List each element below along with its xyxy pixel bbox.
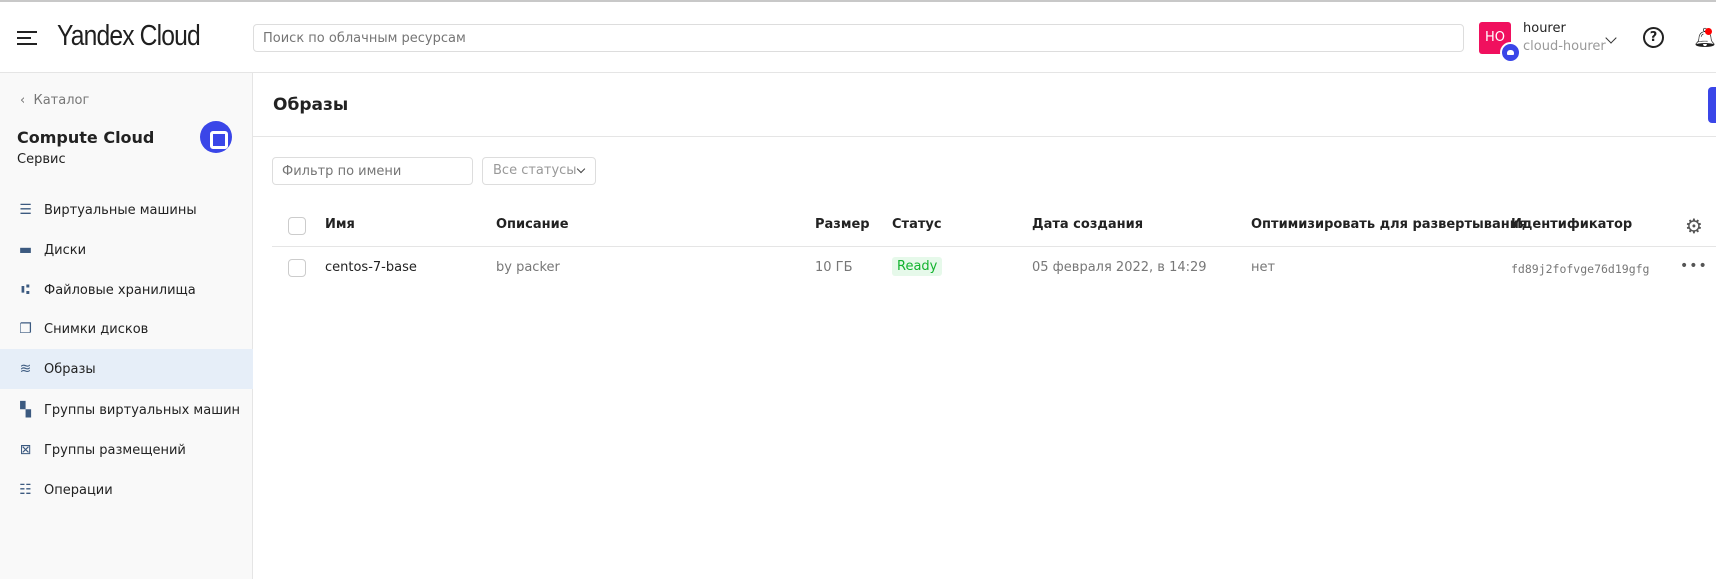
sidebar-item-label: Виртуальные машины <box>44 202 197 218</box>
search-input[interactable] <box>253 24 1464 52</box>
sidebar-item-instance-groups[interactable]: ▚ Группы виртуальных машин <box>0 390 253 430</box>
logo-text: Yandex Cloud <box>57 20 201 52</box>
select-all-checkbox[interactable] <box>288 217 306 235</box>
image-optimize: нет <box>1251 260 1276 275</box>
sidebar-item-operations[interactable]: ☷ Операции <box>0 470 253 510</box>
sidebar-item-label: Файловые хранилища <box>44 282 196 298</box>
sidebar-item-label: Группы виртуальных машин <box>44 402 241 418</box>
cloud-icon <box>1500 42 1521 63</box>
layers-icon: ≋ <box>19 361 32 377</box>
divider <box>253 136 1716 137</box>
row-checkbox[interactable] <box>288 259 306 277</box>
sidebar-item-disks[interactable]: ▬ Диски <box>0 230 253 270</box>
image-created: 05 февраля 2022, в 14:29 <box>1032 260 1207 275</box>
file-storage-icon: ⑆ <box>21 282 30 298</box>
user-cloud[interactable]: cloud-hourer <box>1523 39 1606 54</box>
sidebar-item-label: Снимки дисков <box>44 321 149 337</box>
help-icon[interactable]: ? <box>1643 27 1664 48</box>
sidebar-item-images[interactable]: ≋ Образы <box>0 349 253 389</box>
image-id[interactable]: fd89j2fofvge76d19gfg <box>1511 262 1649 276</box>
column-header-status[interactable]: Статус <box>892 217 942 232</box>
instance-group-icon: ▚ <box>20 402 31 418</box>
table-divider <box>272 246 1716 247</box>
column-header-description[interactable]: Описание <box>496 217 569 232</box>
server-icon: ☰ <box>19 202 32 218</box>
logo[interactable]: Yandex Cloud <box>57 20 201 53</box>
bell-icon[interactable]: 🔔︎ <box>1693 26 1716 49</box>
more-actions-icon[interactable]: ••• <box>1680 258 1708 274</box>
sidebar-item-label: Диски <box>44 242 87 258</box>
name-filter-input[interactable] <box>272 157 473 185</box>
sidebar-item-snapshots[interactable]: ❐ Снимки дисков <box>0 309 253 349</box>
back-label: Каталог <box>33 93 90 108</box>
column-header-optimize[interactable]: Оптимизировать для развертывания <box>1251 217 1527 232</box>
column-header-id[interactable]: Идентификатор <box>1511 217 1632 232</box>
operations-icon: ☷ <box>19 482 32 498</box>
sidebar-item-label: Операции <box>44 482 113 498</box>
snapshot-icon: ❐ <box>19 321 32 337</box>
back-to-catalog-link[interactable]: ‹ Каталог <box>20 93 89 108</box>
status-select[interactable]: Все статусы <box>482 157 596 185</box>
sidebar-item-label: Образы <box>44 361 96 377</box>
sidebar-item-label: Группы размещений <box>44 442 186 458</box>
create-button[interactable] <box>1708 87 1716 123</box>
status-badge: Ready <box>892 257 943 276</box>
column-header-created[interactable]: Дата создания <box>1032 217 1143 232</box>
chevron-left-icon: ‹ <box>20 93 34 108</box>
image-description: by packer <box>496 260 560 275</box>
disk-icon: ▬ <box>18 242 33 258</box>
service-subtitle: Сервис <box>17 152 66 167</box>
sidebar-item-file-storage[interactable]: ⑆ Файловые хранилища <box>0 270 253 310</box>
column-header-size[interactable]: Размер <box>815 217 870 232</box>
sidebar-item-vms[interactable]: ☰ Виртуальные машины <box>0 190 253 230</box>
menu-icon[interactable] <box>17 31 37 45</box>
column-header-name[interactable]: Имя <box>325 217 355 232</box>
sidebar-item-placement-groups[interactable]: ⊠ Группы размещений <box>0 430 253 470</box>
gear-icon[interactable]: ⚙ <box>1685 214 1703 238</box>
service-title: Compute Cloud <box>17 128 155 147</box>
image-size: 10 ГБ <box>815 260 853 275</box>
status-select-value: Все статусы <box>493 163 577 178</box>
placement-group-icon: ⊠ <box>19 442 32 458</box>
chevron-down-icon <box>576 164 586 174</box>
chip-icon[interactable] <box>200 121 232 153</box>
page-title: Образы <box>273 95 349 115</box>
user-name[interactable]: hourer <box>1523 21 1566 36</box>
image-name[interactable]: centos-7-base <box>325 260 417 275</box>
